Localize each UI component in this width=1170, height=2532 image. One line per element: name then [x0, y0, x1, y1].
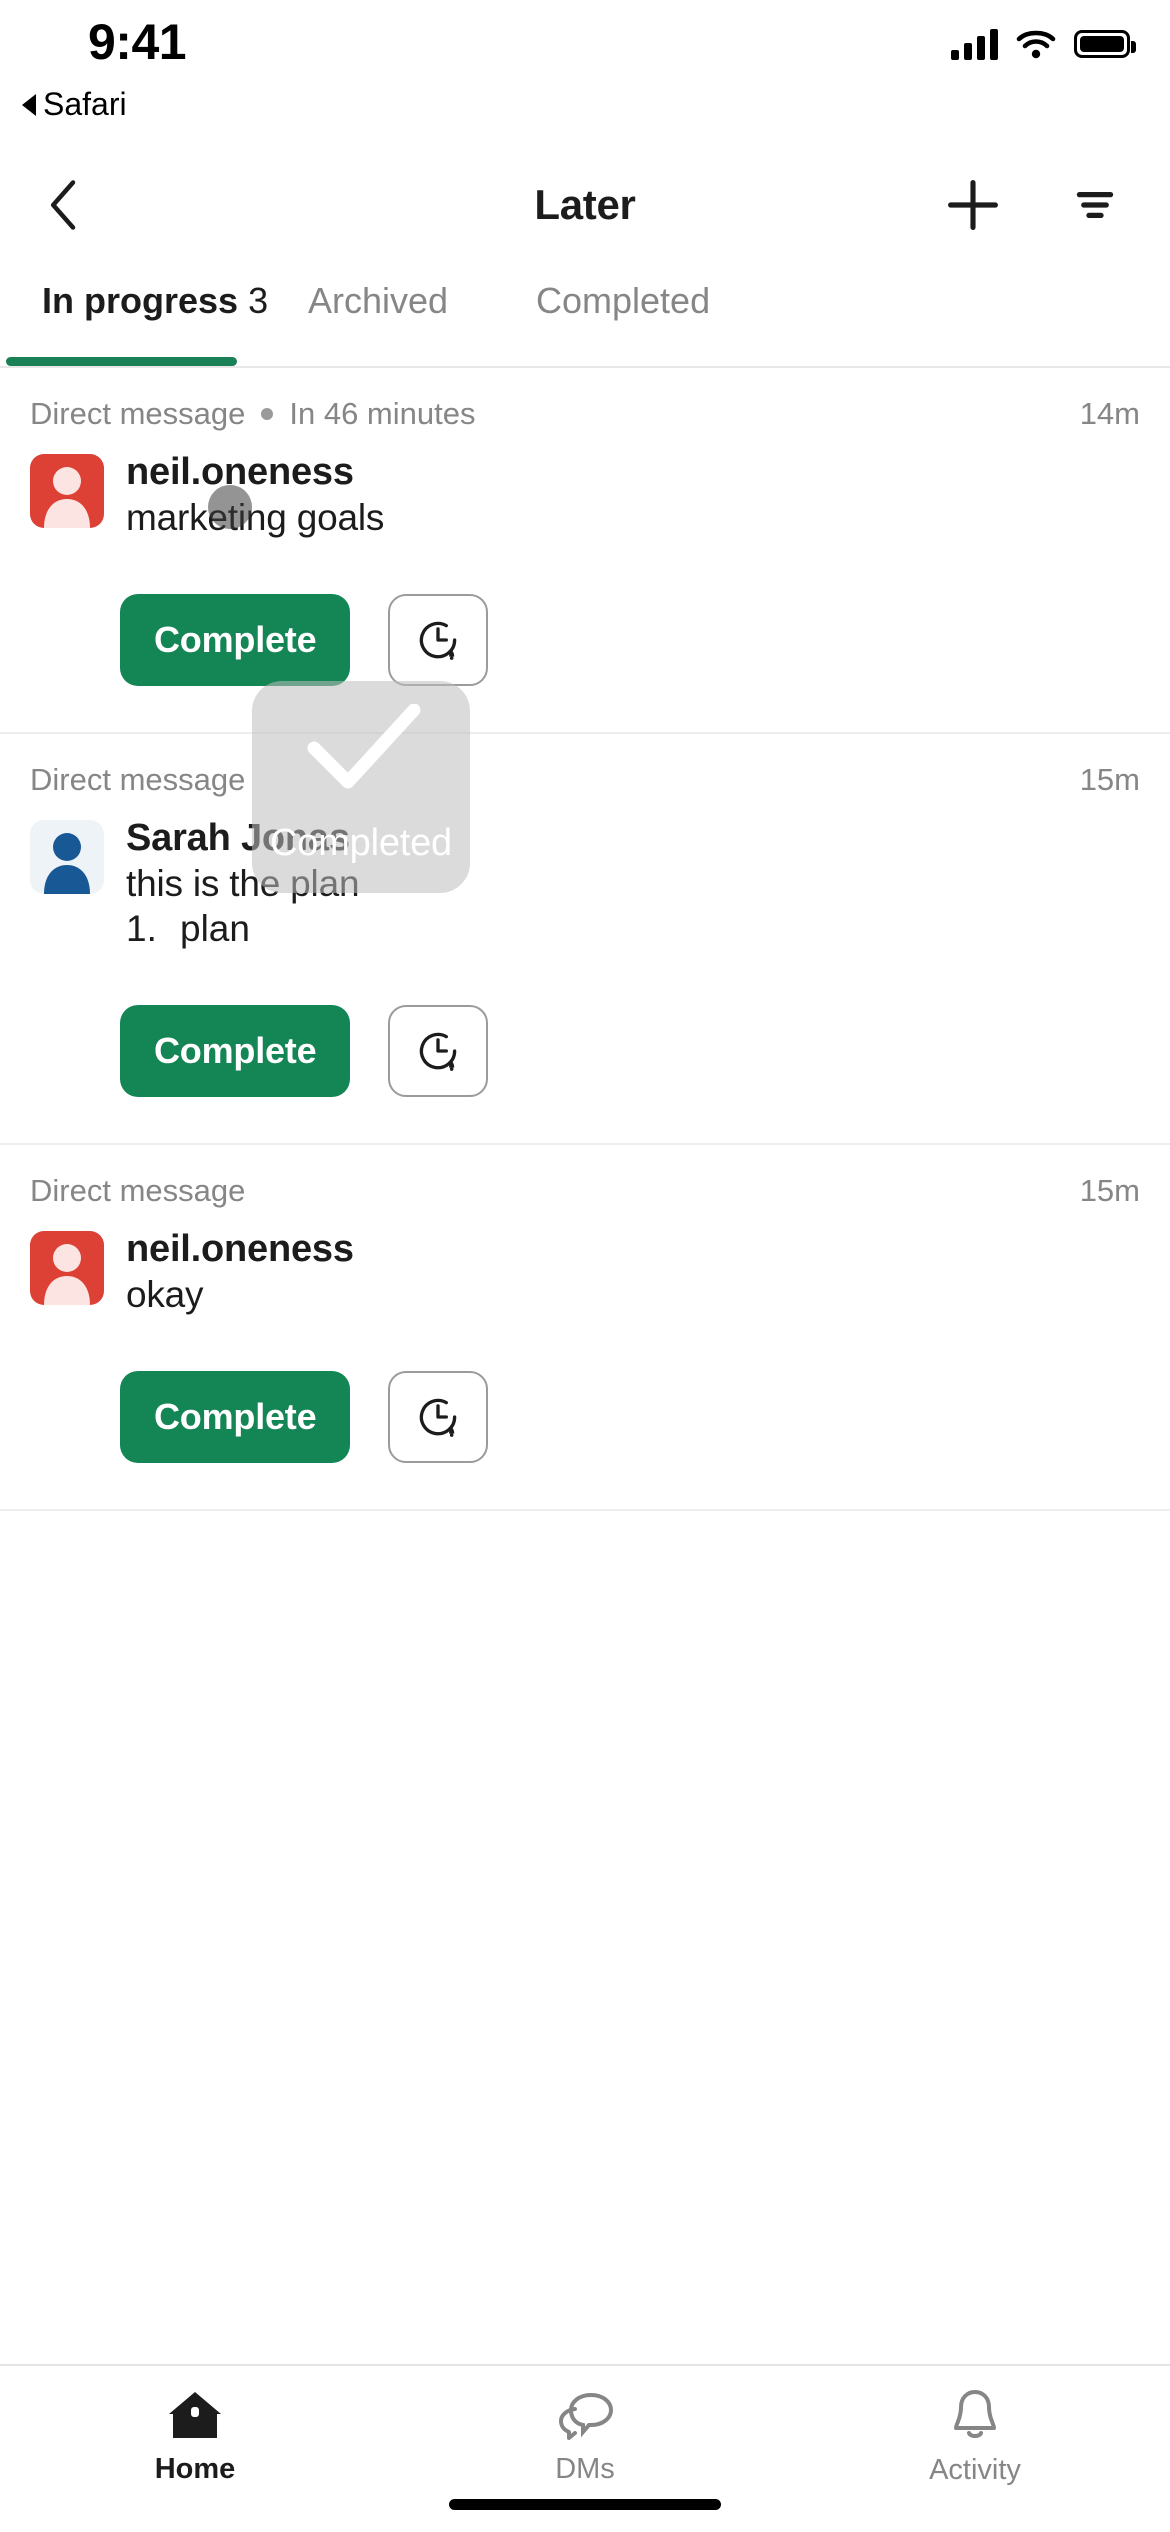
- tab-in-progress-label: In progress: [42, 280, 239, 321]
- complete-button[interactable]: Complete: [120, 1370, 351, 1463]
- status-bar: 9:41 Safari: [0, 0, 1170, 150]
- reminder-card[interactable]: Direct message In 46 minutes 14m neil.on…: [0, 368, 1170, 734]
- reminder-message: okay: [126, 1273, 204, 1315]
- reminder-source: Direct message: [30, 1173, 246, 1209]
- avatar[interactable]: [30, 454, 104, 528]
- completed-toast: Completed: [252, 681, 470, 893]
- add-reminder-button[interactable]: [936, 168, 1010, 242]
- back-triangle-icon: [22, 93, 36, 116]
- avatar[interactable]: [30, 1231, 104, 1306]
- tabbar-label-dms: DMs: [555, 2452, 615, 2485]
- reminder-age: 15m: [1079, 761, 1140, 797]
- home-indicator: [449, 2499, 721, 2510]
- return-to-safari-button[interactable]: Safari: [22, 86, 127, 123]
- reminder-sender: neil.oneness: [126, 451, 354, 493]
- reminder-due: In 46 minutes: [289, 396, 476, 431]
- bell-icon: [954, 2389, 996, 2438]
- clock-alarm-icon: [420, 621, 457, 660]
- reminder-message: marketing goals: [126, 496, 385, 538]
- complete-button[interactable]: Complete: [120, 593, 351, 686]
- tab-in-progress[interactable]: In progress 3: [42, 280, 268, 322]
- reminder-age: 14m: [1079, 396, 1140, 431]
- tabbar-item-home[interactable]: Home: [0, 2366, 390, 2532]
- remind-me-later-button[interactable]: [388, 1370, 489, 1463]
- home-icon: [169, 2391, 221, 2438]
- remind-me-later-button[interactable]: [388, 1005, 489, 1098]
- reminder-source: Direct message: [30, 396, 246, 431]
- bottom-tab-bar: Home DMs Activity: [0, 2364, 1170, 2532]
- reminder-source: Direct message: [30, 761, 246, 797]
- wifi-icon: [1015, 28, 1057, 60]
- separator-dot-icon: [261, 408, 274, 420]
- checkmark-icon: [307, 703, 421, 788]
- cellular-signal-icon: [951, 28, 998, 60]
- battery-full-icon: [1074, 30, 1136, 58]
- remind-me-later-button[interactable]: [388, 593, 489, 686]
- list-text: plan: [180, 907, 250, 949]
- reminder-sender: neil.oneness: [126, 1228, 354, 1271]
- reminder-card[interactable]: Direct message 15m neil.oneness okay Com…: [0, 1145, 1170, 1511]
- reminder-meta: Direct message 15m: [30, 734, 1140, 798]
- complete-button[interactable]: Complete: [120, 1005, 351, 1098]
- clock-alarm-icon: [420, 1398, 457, 1437]
- reminder-actions: Complete: [30, 1317, 1140, 1509]
- tab-bar: In progress 3 Archived Completed: [0, 260, 1170, 368]
- reminder-meta: Direct message 15m: [30, 1145, 1140, 1209]
- tabbar-label-activity: Activity: [929, 2453, 1021, 2486]
- dms-icon: [559, 2392, 614, 2440]
- reminder-actions: Complete: [30, 951, 1140, 1143]
- tabbar-label-home: Home: [154, 2452, 236, 2485]
- filter-icon: [1076, 192, 1114, 218]
- tab-completed-label: Completed: [536, 280, 711, 321]
- tabbar-item-activity[interactable]: Activity: [780, 2366, 1170, 2532]
- list-number: 1.: [126, 907, 157, 949]
- clock-alarm-icon: [420, 1032, 457, 1071]
- reminder-card[interactable]: Direct message 15m Sarah Jonas this is t…: [0, 734, 1170, 1146]
- tab-completed[interactable]: Completed: [536, 280, 710, 322]
- reminder-meta: Direct message In 46 minutes 14m: [30, 368, 1140, 432]
- tab-archived-label: Archived: [308, 280, 449, 321]
- tab-in-progress-count: 3: [248, 280, 269, 321]
- return-app-label: Safari: [43, 86, 127, 122]
- tab-active-indicator: [6, 357, 237, 366]
- tab-archived[interactable]: Archived: [308, 280, 448, 322]
- completed-toast-label: Completed: [270, 821, 452, 864]
- avatar[interactable]: [30, 819, 104, 894]
- status-bar-indicators: [951, 28, 1136, 60]
- reminder-actions: Complete: [30, 540, 1140, 732]
- reminder-message-list-item: 1. plan: [126, 906, 359, 951]
- reminder-age: 15m: [1079, 1173, 1140, 1209]
- plus-icon: [948, 180, 998, 230]
- filter-button[interactable]: [1058, 168, 1132, 242]
- status-bar-time: 9:41: [88, 14, 187, 70]
- navigation-bar: Later: [0, 150, 1170, 260]
